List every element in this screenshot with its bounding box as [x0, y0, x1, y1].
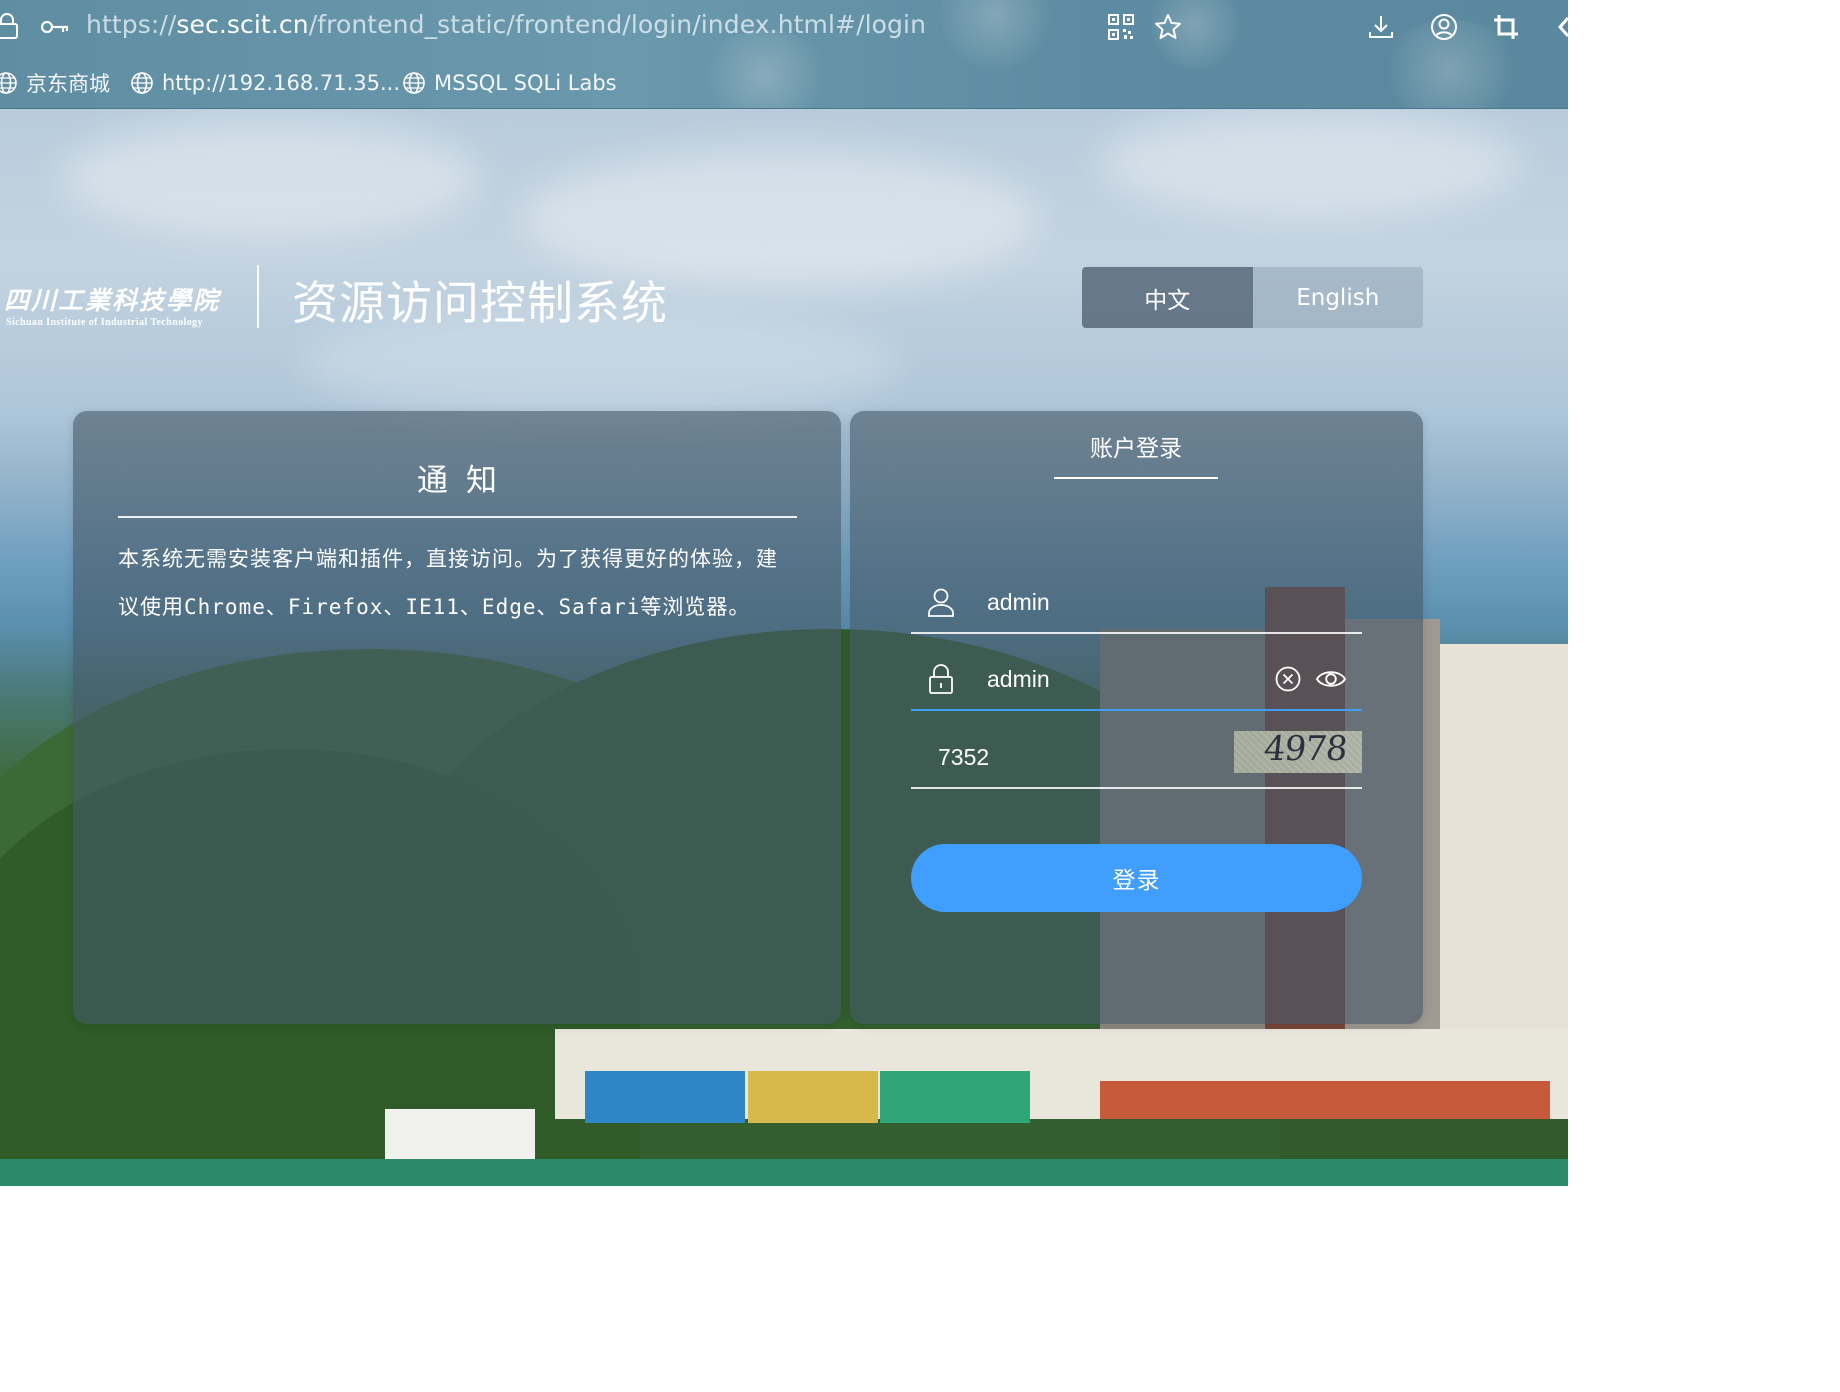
crop-icon[interactable] — [1491, 12, 1521, 42]
address-bar[interactable]: https://sec.scit.cn/frontend_static/fron… — [0, 0, 1568, 54]
lock-icon[interactable] — [0, 12, 18, 40]
language-switch: 中文 English — [1082, 267, 1423, 328]
tab-account-login[interactable]: 账户登录 — [1054, 429, 1218, 479]
school-logo: 四川工業科技學院 Sichuan Institute of Industrial… — [4, 277, 244, 335]
username-input[interactable] — [985, 584, 1345, 620]
chevron-left-icon[interactable] — [1552, 12, 1568, 42]
captcha-field: 4978 — [911, 729, 1362, 789]
logo-chinese-name: 四川工業科技學院 — [4, 286, 221, 315]
browser-toolbar: https://sec.scit.cn/frontend_static/fron… — [0, 0, 1568, 109]
username-field — [911, 574, 1362, 634]
password-input[interactable] — [985, 661, 1265, 697]
star-icon[interactable] — [1153, 12, 1183, 42]
bookmark-item[interactable]: MSSQL SQLi Labs — [402, 68, 617, 98]
bookmark-label: MSSQL SQLi Labs — [434, 71, 617, 95]
password-field — [911, 651, 1362, 711]
user-icon — [928, 588, 954, 617]
globe-icon — [0, 72, 17, 94]
notice-title: 通知 — [417, 463, 515, 499]
system-title: 资源访问控制系统 — [292, 276, 668, 330]
url-text[interactable]: https://sec.scit.cn/frontend_static/fron… — [86, 10, 926, 39]
bookmark-label: http://192.168.71.35... — [162, 71, 400, 95]
logo-english-name: Sichuan Institute of Industrial Technolo… — [6, 317, 203, 328]
bookmark-item[interactable]: 京东商城 — [0, 68, 110, 98]
login-button[interactable]: 登录 — [911, 844, 1362, 912]
key-icon[interactable] — [40, 16, 70, 38]
captcha-image[interactable]: 4978 — [1234, 731, 1362, 773]
bookmarks-bar: 京东商城 http://192.168.71.35... MSSQL SQLi … — [0, 62, 1568, 104]
globe-icon — [131, 72, 153, 94]
globe-icon — [403, 72, 425, 94]
captcha-text: 4978 — [1261, 731, 1349, 769]
login-page: 四川工業科技學院 Sichuan Institute of Industrial… — [0, 109, 1568, 1186]
header-divider — [257, 265, 259, 328]
download-icon[interactable] — [1366, 12, 1396, 42]
clear-icon[interactable] — [1274, 665, 1302, 693]
notice-divider — [118, 516, 797, 518]
login-panel: 账户登录 admin admin 7352 4978 登录 — [850, 411, 1423, 1024]
bookmark-label: 京东商城 — [26, 72, 110, 96]
profile-icon[interactable] — [1429, 12, 1459, 42]
notice-panel: 通知 本系统无需安装客户端和插件，直接访问。为了获得更好的体验，建议使用Chro… — [73, 411, 841, 1024]
lang-chinese-button[interactable]: 中文 — [1082, 267, 1253, 328]
lock-icon — [929, 664, 953, 694]
bookmark-item[interactable]: http://192.168.71.35... — [130, 68, 400, 98]
eye-icon[interactable] — [1315, 665, 1347, 693]
captcha-input[interactable] — [936, 739, 1216, 775]
qr-code-icon[interactable] — [1106, 12, 1136, 42]
lang-english-button[interactable]: English — [1252, 267, 1423, 328]
notice-body: 本系统无需安装客户端和插件，直接访问。为了获得更好的体验，建议使用Chrome、… — [118, 547, 778, 619]
